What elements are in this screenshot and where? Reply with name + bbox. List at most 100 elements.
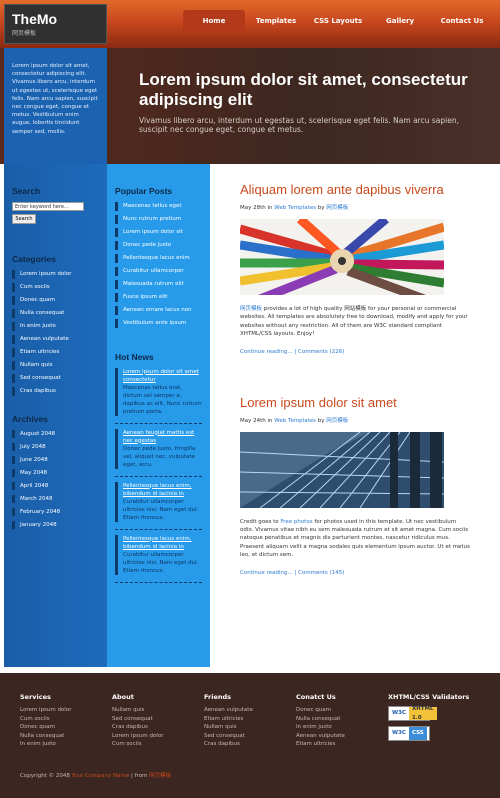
logo-subtitle: 网页模板: [12, 30, 37, 37]
company-link[interactable]: Your Company Name: [72, 773, 130, 779]
nav-gallery[interactable]: Gallery: [369, 10, 431, 32]
popular-post-item[interactable]: Curabitur ullamcorper: [115, 267, 202, 276]
nav-home[interactable]: Home: [183, 10, 245, 32]
footer-link[interactable]: Etiam ultricies: [296, 740, 381, 749]
news-headline[interactable]: Lorem ipsum dolor sit amet consectetur: [123, 368, 202, 384]
footer-link[interactable]: Lorem ipsum dolor: [20, 706, 105, 715]
popular-post-item[interactable]: Aenean ornare lacus non: [115, 306, 202, 315]
footer-col-title: Friends: [204, 693, 232, 701]
post-category-link[interactable]: Web Templates: [274, 418, 316, 424]
footer-col-title: Conatct Us: [296, 693, 336, 701]
category-item[interactable]: Donec quam: [12, 296, 99, 305]
xhtml-validator-badge[interactable]: W3C XHTML 1.0: [388, 706, 437, 721]
left-sidebar: Search Search Categories Lorem ipsum dol…: [4, 164, 107, 667]
news-headline[interactable]: Pellentesque lacus enim, bibendum id lac…: [123, 535, 202, 551]
from-link[interactable]: 网页模板: [149, 773, 171, 779]
footer-col-contact: Conatct Us Donec quam Nulla consequat In…: [296, 693, 381, 749]
search-input[interactable]: [12, 202, 84, 211]
footer-link[interactable]: In enim justo: [296, 723, 381, 732]
post-by-label: by: [317, 417, 325, 424]
archive-item[interactable]: March 2048: [12, 494, 99, 503]
post-image-building: [239, 431, 445, 509]
footer: Services Lorem ipsum dolor Cum sociis Do…: [0, 667, 500, 798]
nav-css-layouts[interactable]: CSS Layouts: [307, 10, 369, 32]
archive-item[interactable]: May 2048: [12, 468, 99, 477]
continue-reading-link[interactable]: Continue reading...: [240, 570, 293, 576]
continue-reading-link[interactable]: Continue reading...: [240, 349, 293, 355]
footer-link[interactable]: Donec quam: [20, 723, 105, 732]
news-item: Aenean feugiat mattis est nec egestas Do…: [115, 428, 202, 469]
post-title[interactable]: Lorem ipsum dolor sit amet: [240, 395, 471, 410]
category-item[interactable]: In enim justo: [12, 322, 99, 331]
popular-post-item[interactable]: Nunc rutrum pretium: [115, 215, 202, 224]
search-title: Search: [12, 186, 41, 196]
nav-templates[interactable]: Templates: [245, 10, 307, 32]
footer-link[interactable]: Nulla consequat: [20, 732, 105, 741]
blog-post: Aliquam lorem ante dapibus viverra May 2…: [238, 182, 471, 355]
news-headline[interactable]: Pellentesque lacus enim, bibendum id lac…: [123, 482, 202, 498]
post-body-link[interactable]: Free photos: [280, 519, 312, 525]
right-sidebar: Popular Posts Maecenas tellus eget Nunc …: [107, 164, 210, 667]
footer-link[interactable]: Aenean vulputate: [204, 706, 289, 715]
search-button[interactable]: Search: [12, 214, 36, 224]
comments-link[interactable]: Comments (226): [298, 349, 344, 355]
css-validator-badge[interactable]: W3C CSS: [388, 726, 430, 741]
news-item: Pellentesque lacus enim, bibendum id lac…: [115, 481, 202, 522]
archives-title: Archives: [12, 413, 48, 424]
popular-post-item[interactable]: Malesuada rutrum elit: [115, 280, 202, 289]
popular-post-item[interactable]: Maecenas tellus eget: [115, 202, 202, 211]
post-image-pencils: [238, 215, 446, 304]
archive-item[interactable]: April 2048: [12, 481, 99, 490]
blog-post: Lorem ipsum dolor sit amet May 24th in W…: [239, 395, 471, 576]
footer-link[interactable]: Nullam quis: [112, 706, 197, 715]
archives-list: August 2048 July 2048 June 2048 May 2048…: [12, 429, 99, 529]
category-item[interactable]: Lorem ipsum dolor: [12, 270, 99, 279]
category-item[interactable]: Nullam quis: [12, 361, 99, 370]
footer-link[interactable]: Aenean vulputate: [296, 732, 381, 741]
category-item[interactable]: Cras dapibus: [12, 387, 99, 396]
footer-link[interactable]: Cum sociis: [112, 740, 197, 749]
footer-link[interactable]: Cras dapibus: [204, 740, 289, 749]
category-item[interactable]: Cum sociis: [12, 283, 99, 292]
footer-link[interactable]: Etiam ultricies: [204, 715, 289, 724]
footer-link[interactable]: Cum sociis: [20, 715, 105, 724]
archive-item[interactable]: July 2048: [12, 442, 99, 451]
footer-link[interactable]: Sed consequat: [204, 732, 289, 741]
footer-link[interactable]: Donec quam: [296, 706, 381, 715]
search-form: Search: [12, 202, 99, 224]
footer-link[interactable]: Nullam quis: [204, 723, 289, 732]
footer-col-services: Services Lorem ipsum dolor Cum sociis Do…: [20, 693, 105, 749]
archive-item[interactable]: February 2048: [12, 507, 99, 516]
post-author-link[interactable]: 网页模板: [326, 205, 348, 211]
archive-item[interactable]: June 2048: [12, 455, 99, 464]
post-body-link[interactable]: 网页模板: [240, 306, 262, 312]
category-item[interactable]: Sed consequat: [12, 374, 99, 383]
post-body: 网页模板 provides a lot of high quality 网站模板…: [240, 306, 468, 338]
post-title[interactable]: Aliquam lorem ante dapibus viverra: [240, 182, 471, 197]
logo[interactable]: TheMo 网页模板: [4, 4, 107, 44]
post-author-link[interactable]: 网页模板: [326, 418, 348, 424]
divider: [115, 475, 202, 477]
archive-item[interactable]: August 2048: [12, 429, 99, 438]
comments-link[interactable]: Comments (145): [298, 570, 344, 576]
nav-contact[interactable]: Contact Us: [431, 10, 493, 32]
popular-post-item[interactable]: Donec pede justo: [115, 241, 202, 250]
popular-post-item[interactable]: Fusce ipsum elit: [115, 293, 202, 302]
popular-post-item[interactable]: Vestibulum ante ipsum: [115, 319, 202, 328]
post-footer: Continue reading... | Comments (145): [240, 569, 345, 576]
archive-item[interactable]: January 2048: [12, 520, 99, 529]
footer-link[interactable]: Lorem ipsum dolor: [112, 732, 197, 741]
footer-link[interactable]: Sed consequat: [112, 715, 197, 724]
footer-col-about: About Nullam quis Sed consequat Cras dap…: [112, 693, 197, 749]
popular-post-item[interactable]: Pellentesque lacus enim: [115, 254, 202, 263]
popular-post-item[interactable]: Lorem ipsum dolor sit: [115, 228, 202, 237]
footer-link[interactable]: Nulla consequat: [296, 715, 381, 724]
footer-link[interactable]: In enim justo: [20, 740, 105, 749]
category-item[interactable]: Etiam ultricies: [12, 348, 99, 357]
logo-title: TheMo: [12, 11, 58, 27]
post-category-link[interactable]: Web Templates: [274, 205, 316, 211]
category-item[interactable]: Nulla consequat: [12, 309, 99, 318]
footer-link[interactable]: Cras dapibus: [112, 723, 197, 732]
category-item[interactable]: Aenean vulputate: [12, 335, 99, 344]
news-headline[interactable]: Aenean feugiat mattis est nec egestas: [123, 429, 202, 445]
